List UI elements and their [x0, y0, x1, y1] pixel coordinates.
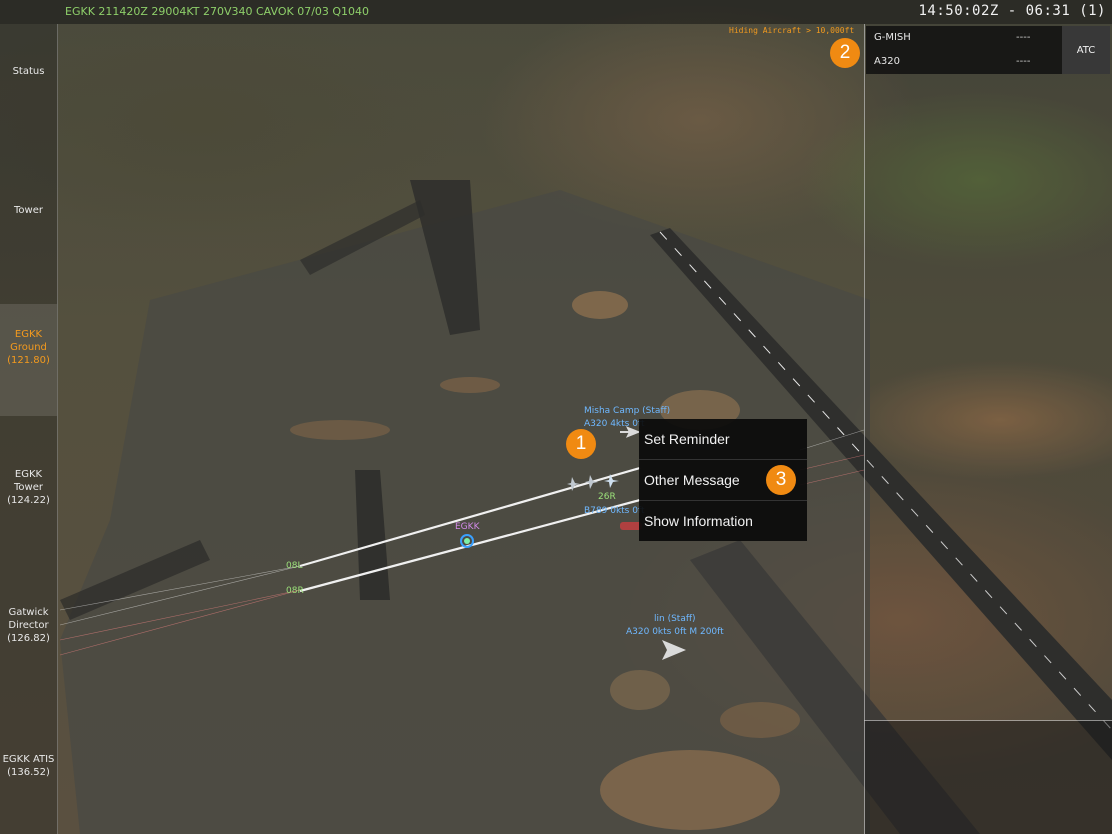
grass-patch: [610, 670, 670, 710]
strip-row[interactable]: A320 ----: [866, 50, 1062, 74]
sidebar-item-egkk-ground[interactable]: EGKK Ground (121.80): [0, 304, 57, 416]
aircraft-name-label[interactable]: lin (Staff): [654, 614, 696, 624]
grass-patch: [600, 750, 780, 830]
sidebar-item-frequency: (121.80): [7, 355, 50, 366]
airport-label: EGKK: [455, 522, 480, 532]
right-panel: [864, 24, 1112, 834]
menu-item-label: Show Information: [644, 513, 753, 529]
atc-button[interactable]: ATC: [1062, 26, 1110, 74]
sidebar-item-tower[interactable]: Tower: [0, 204, 57, 217]
grass-patch: [440, 377, 500, 393]
sidebar-item-label: EGKK Tower: [14, 469, 43, 493]
sidebar-item-status[interactable]: Status: [0, 65, 57, 78]
menu-item-show-information[interactable]: Show Information: [639, 501, 807, 541]
sidebar-item-label: EGKK ATIS: [2, 754, 55, 765]
sidebar-item-frequency: (124.22): [7, 495, 50, 506]
aircraft-info-label[interactable]: A320 4kts 0ft: [584, 419, 644, 429]
callout-badge-1: 1: [566, 429, 596, 459]
frequency-sidebar: Status Tower EGKK Ground (121.80) EGKK T…: [0, 24, 58, 834]
sidebar-item-gatwick-director[interactable]: Gatwick Director (126.82): [0, 606, 57, 645]
sidebar-item-label: Gatwick Director: [8, 607, 49, 631]
sidebar-item-egkk-atis[interactable]: EGKK ATIS (136.52): [0, 753, 57, 779]
right-lower-panel: [865, 721, 1112, 834]
sidebar-item-frequency: (136.52): [7, 767, 50, 778]
menu-item-label: Other Message: [644, 472, 740, 488]
grass-patch: [572, 291, 628, 319]
top-status-bar: EGKK 211420Z 29004KT 270V340 CAVOK 07/03…: [0, 0, 1112, 24]
grass-patch: [720, 702, 800, 738]
metar-text: EGKK 211420Z 29004KT 270V340 CAVOK 07/03…: [65, 5, 370, 18]
sidebar-item-label: Tower: [14, 205, 43, 216]
strip-status: ----: [1016, 32, 1031, 43]
hiding-aircraft-notice: Hiding Aircraft > 10,000ft: [729, 26, 855, 35]
runway-26r-label: 26R: [598, 492, 616, 502]
sidebar-item-label: EGKK Ground: [10, 329, 47, 353]
strip-callsign: A320: [874, 56, 900, 67]
strip-status: ----: [1016, 56, 1031, 67]
airport-marker-dot: [464, 538, 470, 544]
strip-callsign: G-MISH: [874, 32, 911, 43]
aircraft-info-label[interactable]: A320 0kts 0ft M 200ft: [626, 627, 724, 637]
strip-row[interactable]: G-MISH ----: [866, 26, 1062, 50]
sidebar-item-frequency: (126.82): [7, 633, 50, 644]
clock-text: 14:50:02Z - 06:31 (1): [918, 3, 1106, 19]
runway-08r-label: 08R: [286, 586, 304, 596]
aircraft-info-label[interactable]: B789 0kts 0ft: [584, 506, 645, 516]
menu-item-label: Set Reminder: [644, 431, 730, 447]
grass-patch: [290, 420, 390, 440]
sidebar-item-label: Status: [12, 66, 45, 77]
menu-item-set-reminder[interactable]: Set Reminder: [639, 419, 807, 459]
runway-08l-label: 08L: [286, 561, 303, 571]
sidebar-item-egkk-tower[interactable]: EGKK Tower (124.22): [0, 468, 57, 507]
aircraft-name-label[interactable]: Misha Camp (Staff): [584, 406, 670, 416]
aircraft-strip: G-MISH ---- A320 ---- ATC: [866, 26, 1110, 74]
callout-badge-2: 2: [830, 38, 860, 68]
callout-badge-3: 3: [766, 465, 796, 495]
